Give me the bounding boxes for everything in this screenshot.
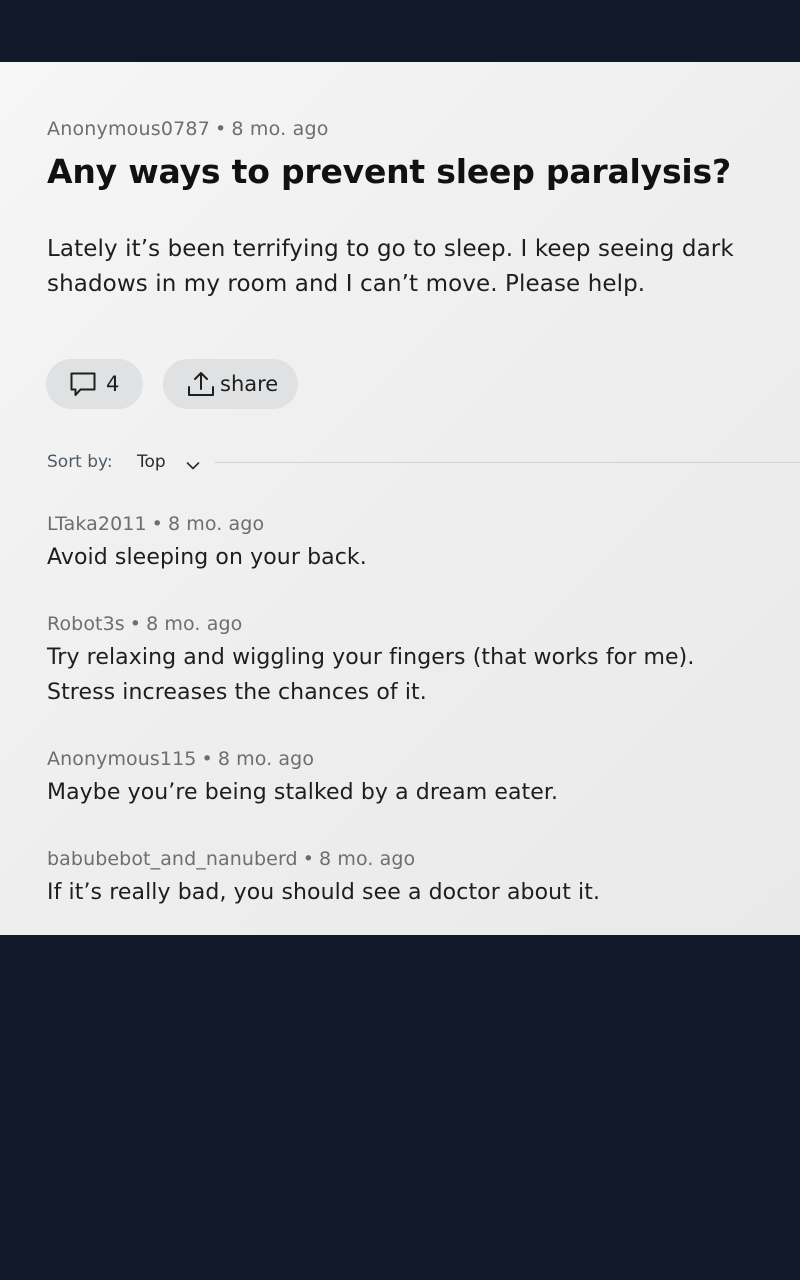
comment-meta: Anonymous115 • 8 mo. ago [47, 748, 767, 770]
comment-meta: babubebot_and_nanuberd • 8 mo. ago [47, 848, 767, 870]
comments-button[interactable]: 4 [46, 359, 143, 409]
meta-separator: • [214, 118, 227, 140]
comment-time: 8 mo. ago [146, 613, 243, 635]
post-body: Lately it’s been terrifying to go to sle… [47, 236, 734, 297]
comment-body: Maybe you’re being stalked by a dream ea… [47, 780, 559, 805]
comment-author[interactable]: Anonymous115 [47, 748, 197, 770]
sort-bar: Sort by: Top [47, 450, 800, 476]
chevron-down-icon[interactable] [186, 456, 200, 476]
comment-body: If it’s really bad, you should see a doc… [47, 880, 601, 905]
sort-dropdown[interactable]: Top [137, 452, 166, 472]
comment-time: 8 mo. ago [319, 848, 416, 870]
post-time: 8 mo. ago [231, 118, 329, 140]
meta-separator: • [302, 848, 315, 870]
post-panel: Anonymous0787 • 8 mo. ago Any ways to prev… [0, 62, 800, 935]
comment-body: Avoid sleeping on your back. [47, 545, 367, 570]
post-meta: Anonymous0787 • 8 mo. ago [47, 118, 329, 140]
comment-author[interactable]: Robot3s [47, 613, 125, 635]
comment-meta: Robot3s • 8 mo. ago [47, 613, 767, 635]
comment: Anonymous115 • 8 mo. ago Maybe you’re bein… [47, 748, 767, 810]
comment: LTaka2011 • 8 mo. ago Avoid sleeping on yo… [47, 513, 767, 575]
share-upload-icon [185, 368, 217, 400]
screen: Anonymous0787 • 8 mo. ago Any ways to prev… [0, 0, 800, 1280]
meta-separator: • [151, 513, 163, 535]
comment-count: 4 [106, 372, 120, 396]
post-author[interactable]: Anonymous0787 [47, 118, 210, 140]
comment-time: 8 mo. ago [217, 748, 315, 770]
comment-meta: LTaka2011 • 8 mo. ago [47, 513, 767, 535]
sort-label: Sort by: [47, 452, 113, 472]
meta-separator: • [129, 613, 142, 635]
comment-time: 8 mo. ago [167, 513, 265, 535]
post-title: Any ways to prevent sleep paralysis? [47, 152, 731, 191]
divider [215, 462, 800, 463]
comment-author[interactable]: babubebot_and_nanuberd [47, 848, 298, 870]
comment-body: Try relaxing and wiggling your fingers (… [47, 645, 695, 705]
comment: Robot3s • 8 mo. ago Try relaxing and wiggl… [47, 613, 767, 710]
speech-bubble-icon [68, 369, 98, 399]
comment-author[interactable]: LTaka2011 [47, 513, 147, 535]
share-button[interactable]: share [163, 359, 298, 409]
share-label: share [220, 372, 279, 396]
comment: babubebot_and_nanuberd • 8 mo. ago If it’s… [47, 848, 767, 910]
meta-separator: • [201, 748, 213, 770]
